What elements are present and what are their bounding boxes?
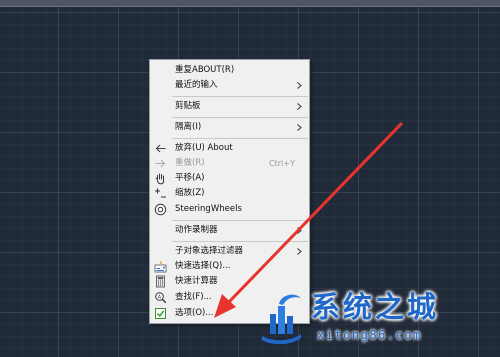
submenu-arrow-icon bbox=[297, 103, 302, 110]
menu-item-pan[interactable]: 平移(A) bbox=[150, 171, 309, 186]
menu-item-quick-select[interactable]: 快速选择(Q)... bbox=[150, 259, 309, 274]
menu-separator bbox=[172, 117, 308, 118]
find-magnifier-icon: A bbox=[154, 291, 167, 304]
hand-pan-icon bbox=[154, 172, 167, 185]
submenu-arrow-icon bbox=[297, 124, 302, 131]
watermark-title: 系统之城 bbox=[311, 290, 440, 324]
watermark-url: xitong86.com bbox=[317, 328, 422, 342]
watermark-logo-icon bbox=[261, 294, 301, 344]
menu-item-label: 快速计算器 bbox=[175, 276, 218, 286]
watermark: 系统之城 xitong86.com bbox=[255, 290, 495, 354]
menu-item-label: 缩放(Z) bbox=[175, 188, 205, 198]
svg-text:A: A bbox=[158, 294, 162, 300]
quick-select-icon bbox=[154, 260, 167, 273]
menu-item-label: 子对象选择过滤器 bbox=[175, 246, 244, 256]
menu-item-label: 剪贴板 bbox=[175, 101, 201, 111]
menu-item-undo[interactable]: 放弃(U) About bbox=[150, 141, 309, 156]
menu-item-label: 放弃(U) About bbox=[175, 143, 233, 153]
submenu-arrow-icon bbox=[297, 227, 302, 234]
menu-item-quick-calc[interactable]: 快速计算器 bbox=[150, 274, 309, 289]
context-menu: 重复ABOUT(R) 最近的输入 剪贴板 隔离(I) 放弃(U) About 重… bbox=[149, 59, 310, 324]
menu-item-label: SteeringWheels bbox=[175, 204, 242, 214]
calculator-icon bbox=[154, 275, 167, 288]
undo-arrow-icon bbox=[154, 142, 167, 155]
menu-item-subobject-filter[interactable]: 子对象选择过滤器 bbox=[150, 244, 309, 259]
menu-item-clipboard[interactable]: 剪贴板 bbox=[150, 99, 309, 114]
menu-item-shortcut: Ctrl+Y bbox=[269, 159, 295, 168]
menu-item-label: 重做(R) bbox=[175, 158, 205, 168]
menu-separator bbox=[172, 138, 308, 139]
menu-separator bbox=[172, 220, 308, 221]
menu-item-label: 隔离(I) bbox=[175, 122, 202, 132]
menu-item-label: 最近的输入 bbox=[175, 80, 218, 90]
menu-item-isolate[interactable]: 隔离(I) bbox=[150, 120, 309, 135]
redo-arrow-icon bbox=[154, 157, 167, 170]
submenu-arrow-icon bbox=[297, 248, 302, 255]
top-toolbar-strip bbox=[0, 0, 500, 7]
menu-item-zoom[interactable]: 缩放(Z) bbox=[150, 186, 309, 201]
submenu-arrow-icon bbox=[297, 82, 302, 89]
menu-item-label: 查找(F)... bbox=[175, 292, 212, 302]
menu-item-label: 重复ABOUT(R) bbox=[175, 65, 235, 75]
menu-item-steeringwheels[interactable]: SteeringWheels bbox=[150, 202, 309, 217]
menu-separator bbox=[172, 241, 308, 242]
menu-item-repeat-about[interactable]: 重复ABOUT(R) bbox=[150, 63, 309, 78]
zoom-plus-minus-icon bbox=[154, 187, 167, 200]
menu-item-action-recorder[interactable]: 动作录制器 bbox=[150, 223, 309, 238]
menu-item-redo[interactable]: 重做(R) Ctrl+Y bbox=[150, 156, 309, 171]
menu-item-label: 快速选择(Q)... bbox=[175, 261, 231, 271]
options-checkbox-icon bbox=[154, 307, 167, 320]
steering-wheel-icon bbox=[154, 203, 167, 216]
menu-item-label: 动作录制器 bbox=[175, 225, 218, 235]
menu-item-recent-input[interactable]: 最近的输入 bbox=[150, 78, 309, 93]
menu-item-label: 平移(A) bbox=[175, 173, 205, 183]
menu-separator bbox=[172, 96, 308, 97]
menu-item-label: 选项(O)... bbox=[175, 308, 214, 318]
